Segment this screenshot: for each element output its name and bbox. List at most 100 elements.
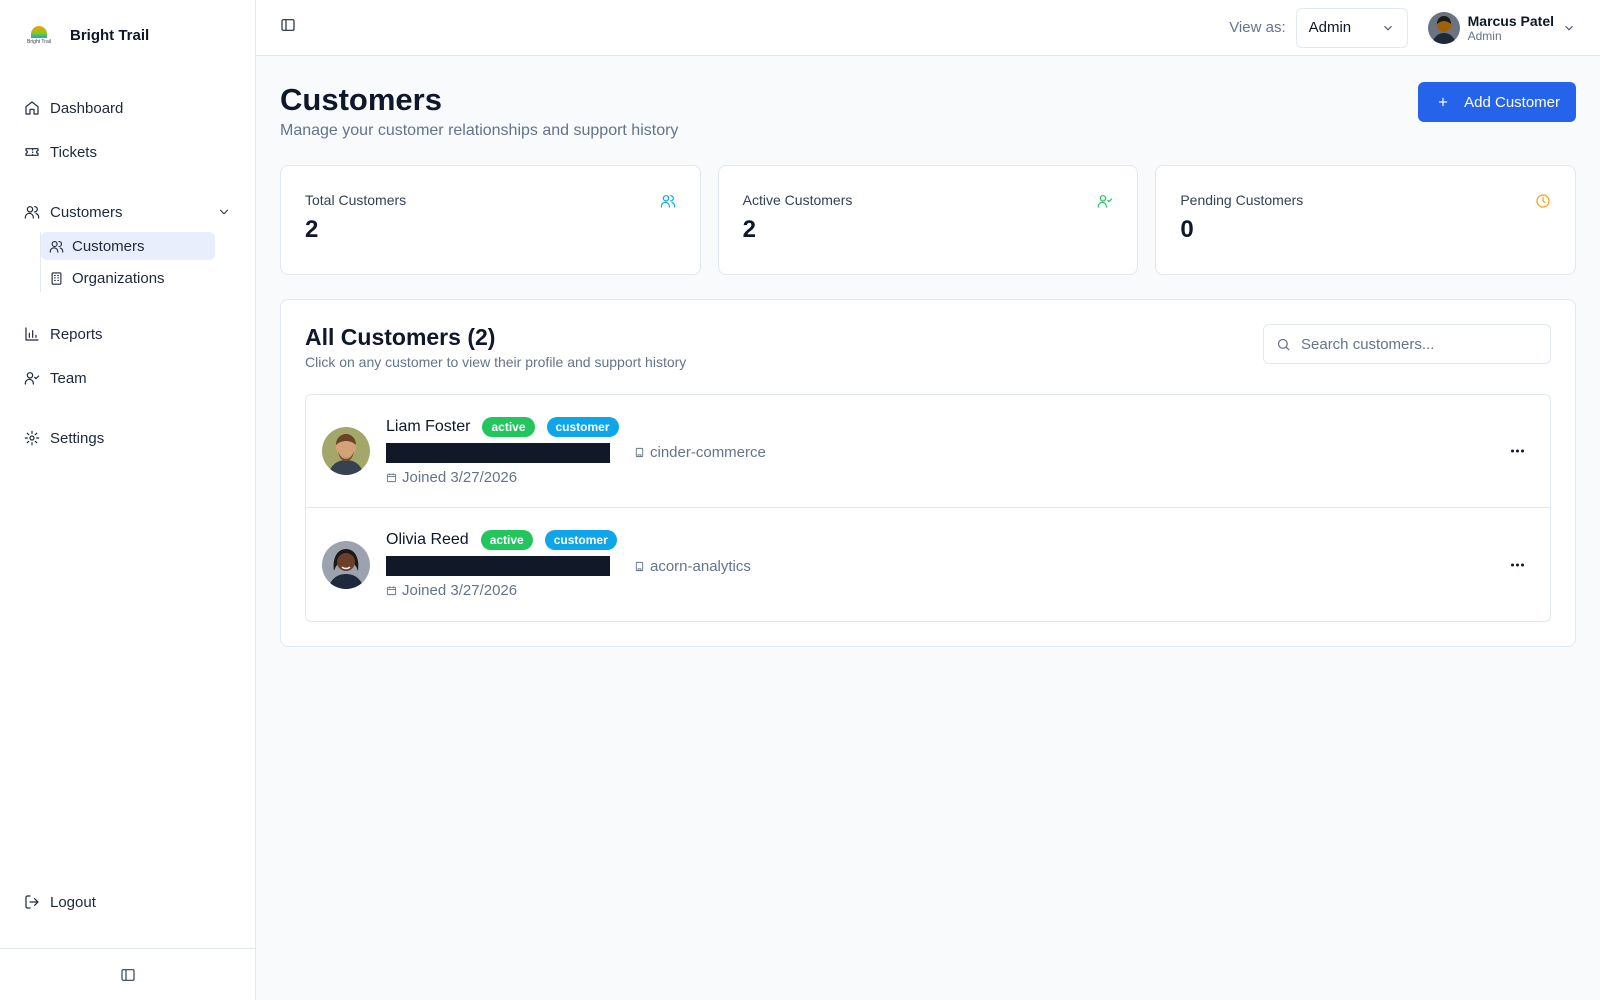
stat-value: 2 — [305, 216, 319, 243]
status-badge: active — [482, 416, 535, 437]
sidebar-group-customers[interactable]: Customers — [16, 194, 239, 230]
customer-row[interactable]: Liam Foster active customer cinder-comme… — [305, 394, 1551, 508]
more-actions-button[interactable] — [1511, 563, 1524, 566]
calendar-icon — [386, 472, 397, 482]
search-input[interactable] — [1301, 335, 1531, 353]
stat-label: Pending Customers — [1180, 192, 1304, 208]
main-area: View as: Admin Marcus Patel Admin Custom… — [256, 0, 1600, 1000]
customer-org: acorn-analytics — [634, 558, 751, 575]
customer-joined: Joined 3/27/2026 — [386, 582, 751, 599]
home-icon — [25, 101, 39, 115]
sidebar-subitem-organizations[interactable]: Organizations — [41, 264, 215, 292]
status-badge: active — [480, 530, 533, 550]
app-root: Bright Trail Bright Trail Dashboard Tick… — [0, 0, 1600, 1000]
customer-joined: Joined 3/27/2026 — [386, 469, 766, 486]
sidebar-nav: Dashboard Tickets Customers Customers Or… — [0, 70, 255, 456]
org-name: cinder-commerce — [650, 444, 766, 461]
building-icon — [51, 271, 62, 285]
gear-icon — [24, 430, 40, 446]
sidebar-item-label: Settings — [50, 429, 105, 447]
logout-label: Logout — [50, 893, 96, 911]
brand-logo: Bright Trail — [20, 16, 58, 54]
users-icon — [24, 206, 40, 219]
user-role: Admin — [1467, 28, 1502, 43]
sidebar-toggle-icon — [281, 19, 295, 31]
user-menu[interactable]: Marcus Patel Admin — [1427, 11, 1576, 44]
sidebar-item-label: Reports — [50, 325, 103, 343]
sidebar-item-label: Team — [50, 369, 87, 387]
role-badge: customer — [546, 416, 619, 437]
logout-icon — [25, 895, 39, 909]
brand-name: Bright Trail — [70, 26, 150, 44]
list-subtitle: Click on any customer to view their prof… — [305, 354, 687, 370]
customer-name: Liam Foster — [386, 417, 471, 435]
avatar — [322, 427, 370, 475]
customer-rows: Liam Foster active customer cinder-comme… — [305, 394, 1551, 622]
sidebar-item-label: Tickets — [50, 143, 97, 161]
view-as-select[interactable]: Admin — [1295, 7, 1408, 48]
customers-list-card: All Customers (2) Click on any customer … — [280, 299, 1576, 647]
plus-icon — [1439, 97, 1448, 107]
customer-name: Olivia Reed — [386, 531, 469, 548]
stat-value: 0 — [1180, 216, 1194, 243]
users-icon — [660, 195, 675, 208]
stat-card-pending: Pending Customers 0 — [1155, 165, 1577, 275]
sidebar-toggle-button[interactable] — [280, 17, 296, 38]
search-box[interactable] — [1263, 324, 1551, 364]
page-title: Customers — [280, 82, 442, 117]
page-subtitle: Manage your customer relationships and s… — [280, 122, 679, 139]
customer-org: cinder-commerce — [634, 444, 766, 461]
sidebar-item-label: Dashboard — [50, 99, 124, 117]
org-name: acorn-analytics — [650, 557, 751, 575]
user-name: Marcus Patel — [1467, 12, 1554, 29]
more-actions-button[interactable] — [1511, 449, 1524, 453]
bar-chart-icon — [25, 327, 39, 341]
building-icon — [635, 561, 644, 571]
logout-button[interactable]: Logout — [16, 884, 104, 920]
add-customer-label: Add Customer — [1464, 93, 1560, 111]
search-icon — [1277, 338, 1290, 351]
sidebar-subitem-label: Customers — [72, 237, 145, 255]
page-content: Customers Manage your customer relations… — [256, 56, 1600, 647]
joined-date: Joined 3/27/2026 — [402, 582, 518, 599]
stat-card-total: Total Customers 2 — [280, 165, 701, 275]
sidebar-item-dashboard[interactable]: Dashboard — [16, 90, 239, 126]
user-check-icon — [1098, 195, 1113, 208]
users-icon — [49, 240, 64, 253]
sidebar-toggle-icon[interactable] — [120, 967, 136, 983]
sidebar-subitem-label: Organizations — [72, 269, 165, 287]
list-title: All Customers (2) — [305, 324, 496, 350]
stats-row: Total Customers 2 Active Customers 2 Pen… — [280, 165, 1577, 275]
role-badge: customer — [544, 530, 617, 550]
view-as-value: Admin — [1308, 19, 1352, 36]
topbar: View as: Admin Marcus Patel Admin — [256, 0, 1600, 56]
brand[interactable]: Bright Trail Bright Trail — [0, 0, 255, 70]
redacted-email — [386, 556, 610, 576]
add-customer-button[interactable]: Add Customer — [1418, 82, 1576, 122]
joined-date: Joined 3/27/2026 — [402, 468, 518, 486]
chevron-down-icon — [1383, 25, 1392, 31]
sidebar-item-reports[interactable]: Reports — [16, 316, 239, 352]
sidebar-item-tickets[interactable]: Tickets — [16, 134, 239, 170]
user-check-icon — [24, 372, 40, 385]
building-icon — [635, 447, 644, 458]
stat-label: Active Customers — [742, 192, 853, 208]
avatar — [1427, 11, 1460, 44]
sidebar: Bright Trail Bright Trail Dashboard Tick… — [0, 0, 256, 1000]
sidebar-item-settings[interactable]: Settings — [16, 420, 239, 456]
chevron-down-icon — [219, 209, 229, 215]
avatar — [322, 540, 370, 589]
sidebar-item-team[interactable]: Team — [16, 360, 239, 396]
clock-icon — [1536, 194, 1550, 208]
sidebar-footer — [0, 948, 255, 1000]
chevron-down-icon — [1565, 25, 1573, 31]
sidebar-subnav-customers: Customers Organizations — [32, 232, 239, 292]
stat-label: Total Customers — [305, 192, 407, 208]
ticket-icon — [25, 148, 39, 156]
calendar-icon — [386, 586, 397, 596]
redacted-email — [386, 442, 610, 463]
sidebar-subitem-customers[interactable]: Customers — [41, 232, 215, 260]
stat-card-active: Active Customers 2 — [717, 165, 1139, 275]
customer-row[interactable]: Olivia Reed active customer acorn-analyt… — [305, 508, 1551, 622]
view-as-label: View as: — [1229, 19, 1286, 36]
